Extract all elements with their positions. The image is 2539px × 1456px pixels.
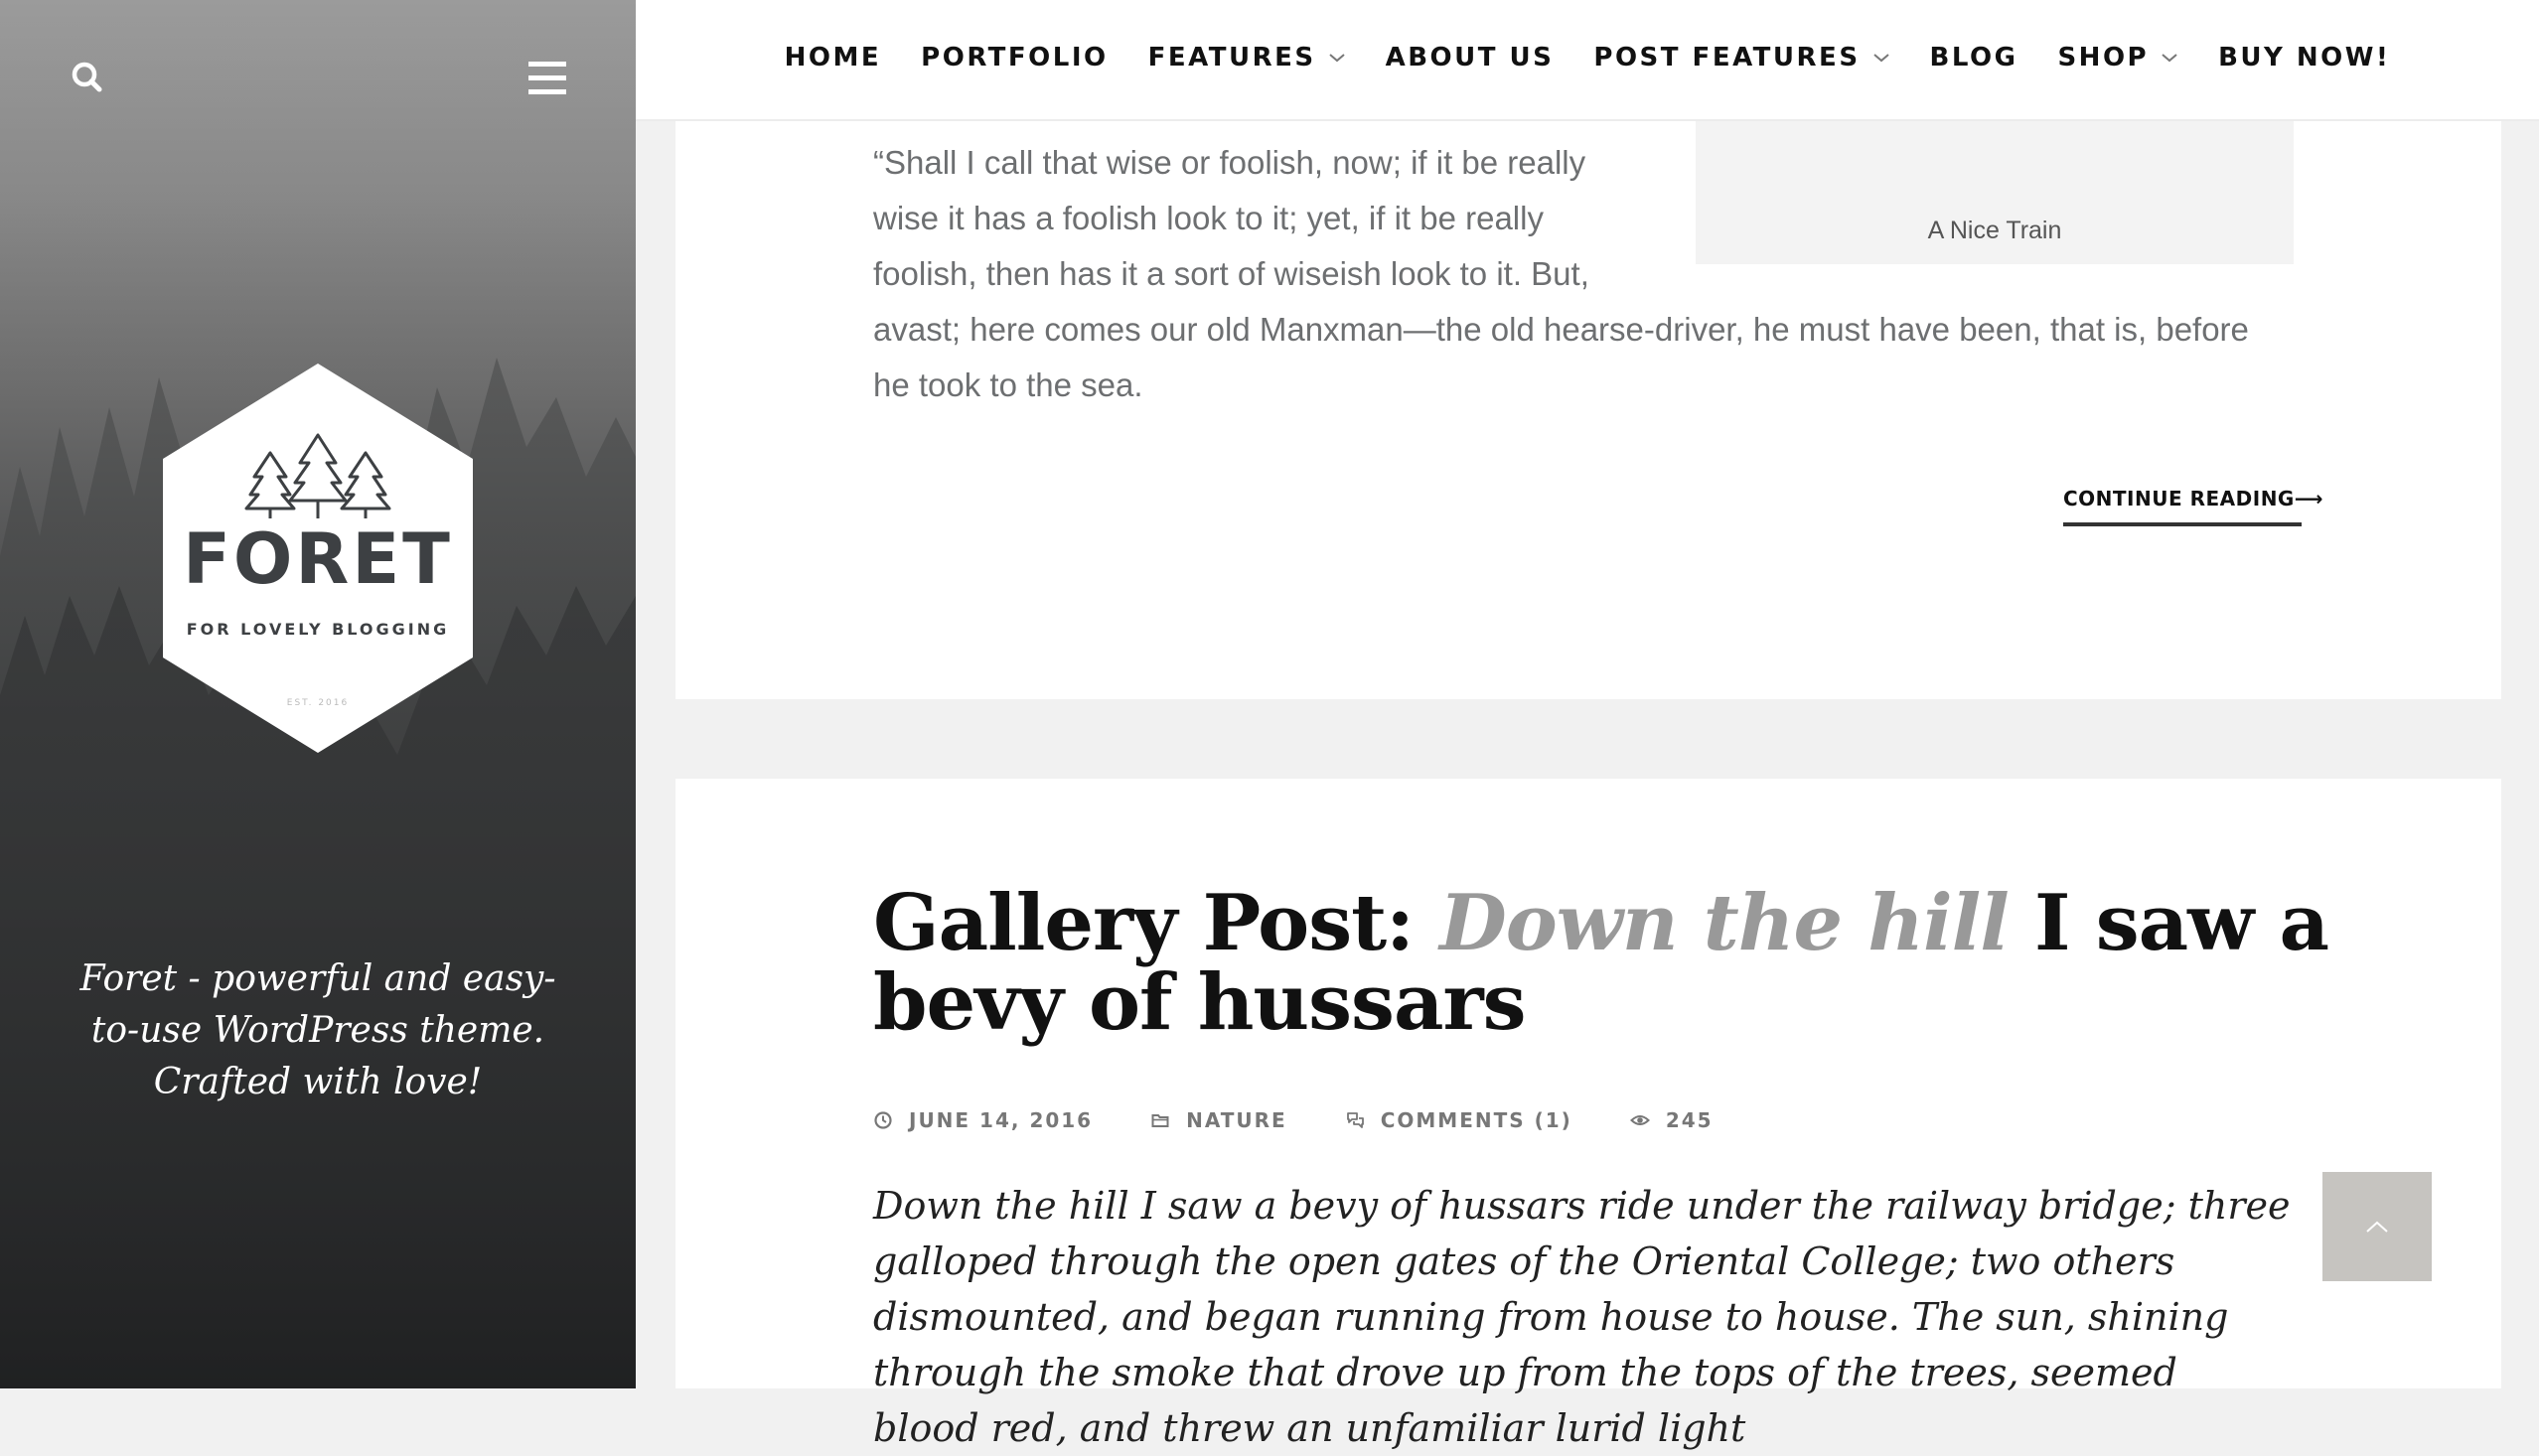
logo-title: FORET xyxy=(183,518,453,600)
clock-icon xyxy=(874,1111,892,1129)
post-meta: JUNE 14, 2016 NATURE COMMENTS (1) 245 xyxy=(873,1108,1714,1132)
post-title-accent: Down the hill xyxy=(1439,878,2010,968)
post-body: Down the hill I saw a bevy of hussars ri… xyxy=(873,1184,2291,1450)
nav-home[interactable]: HOME xyxy=(785,43,882,73)
back-to-top-button[interactable] xyxy=(2322,1172,2432,1281)
nav-post-features[interactable]: POST FEATURES xyxy=(1593,43,1889,73)
main-nav: HOME PORTFOLIO FEATURES ABOUT US POST FE… xyxy=(636,0,2539,121)
nav-about-us-label: ABOUT US xyxy=(1385,43,1555,73)
logo-est: EST. 2016 xyxy=(287,698,349,708)
nav-features-label: FEATURES xyxy=(1147,43,1316,73)
menu-button[interactable] xyxy=(524,58,570,99)
nav-portfolio[interactable]: PORTFOLIO xyxy=(921,43,1108,73)
nav-blog-label: BLOG xyxy=(1929,43,2018,73)
chevron-down-icon xyxy=(1328,54,1345,63)
nav-shop[interactable]: SHOP xyxy=(2057,43,2178,73)
post-views: 245 xyxy=(1629,1108,1714,1132)
image-caption: A Nice Train xyxy=(1927,217,2062,244)
search-button[interactable] xyxy=(68,58,107,97)
post-image-figure[interactable]: A Nice Train xyxy=(1696,121,2294,264)
post-comments-text: COMMENTS (1) xyxy=(1380,1108,1572,1132)
post-views-count: 245 xyxy=(1665,1108,1714,1132)
nav-features[interactable]: FEATURES xyxy=(1148,43,1346,73)
nav-about-us[interactable]: ABOUT US xyxy=(1386,43,1555,73)
chevron-down-icon xyxy=(2162,54,2177,63)
nav-post-features-label: POST FEATURES xyxy=(1593,43,1861,73)
continue-reading-link[interactable]: CONTINUE READING ⟶ xyxy=(2063,487,2323,526)
nav-blog[interactable]: BLOG xyxy=(1930,43,2018,73)
post-title[interactable]: Gallery Post: Down the hill I saw a bevy… xyxy=(873,884,2343,1043)
post-date-text: JUNE 14, 2016 xyxy=(909,1108,1094,1132)
search-icon xyxy=(72,62,102,92)
post-title-prefix: Gallery Post: xyxy=(873,878,1440,968)
arrow-right-icon: ⟶ xyxy=(2294,487,2324,510)
nav-home-label: HOME xyxy=(784,43,882,73)
post-card: A Nice Train “Shall I call that wise or … xyxy=(675,121,2501,699)
nav-buy-now-label: BUY NOW! xyxy=(2218,43,2391,73)
sidebar: EST. 2016 FORET FOR LOVELY BLOGGING Fore… xyxy=(0,0,636,1388)
chevron-up-icon xyxy=(2366,1221,2388,1233)
logo-subtitle: FOR LOVELY BLOGGING xyxy=(186,620,450,639)
post-card: Gallery Post: Down the hill I saw a bevy… xyxy=(675,779,2501,1450)
post-category-text: NATURE xyxy=(1186,1108,1287,1132)
comments-icon xyxy=(1346,1112,1364,1128)
nav-buy-now[interactable]: BUY NOW! xyxy=(2218,43,2390,73)
post-excerpt: A Nice Train “Shall I call that wise or … xyxy=(873,121,2294,413)
post-comments[interactable]: COMMENTS (1) xyxy=(1345,1108,1572,1132)
eye-icon xyxy=(1629,1115,1650,1125)
nav-portfolio-label: PORTFOLIO xyxy=(921,43,1109,73)
post-category[interactable]: NATURE xyxy=(1150,1108,1287,1132)
continue-reading-label: CONTINUE READING xyxy=(2063,487,2295,510)
chevron-down-icon xyxy=(1872,54,1889,63)
hamburger-icon xyxy=(528,62,566,94)
folder-icon xyxy=(1151,1114,1169,1127)
nav-shop-label: SHOP xyxy=(2057,43,2150,73)
site-tagline: Foret - powerful and easy-to-use WordPre… xyxy=(79,958,556,1102)
post-date[interactable]: JUNE 14, 2016 xyxy=(873,1108,1093,1132)
